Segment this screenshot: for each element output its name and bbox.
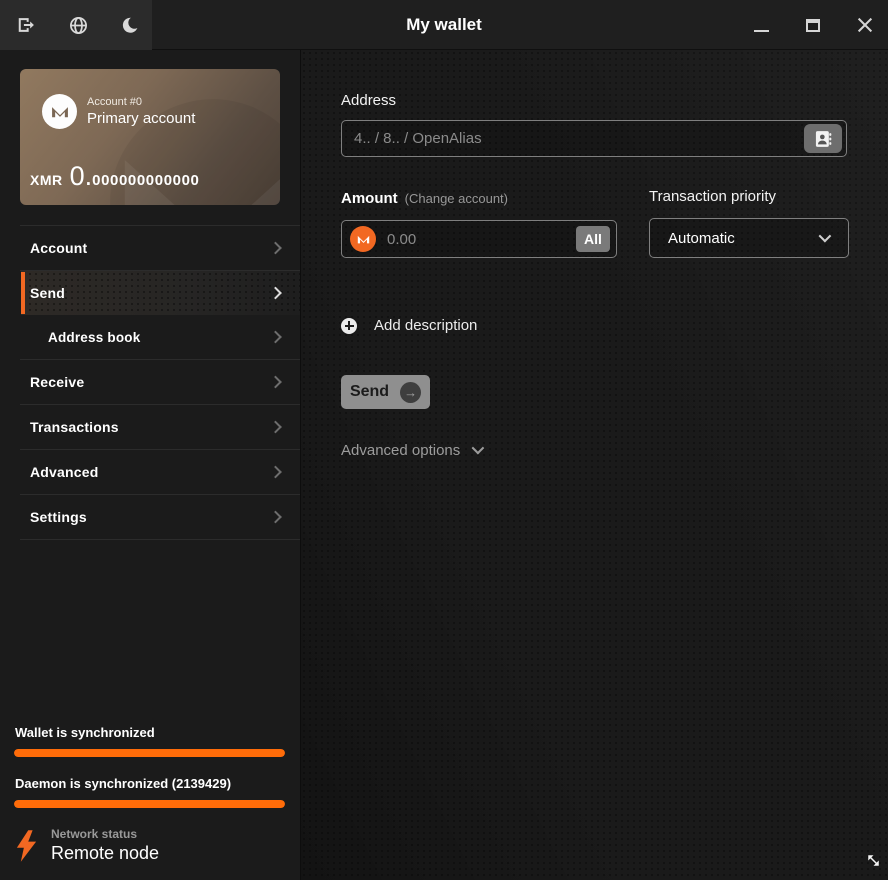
chevron-right-icon bbox=[269, 330, 282, 344]
sidebar-item-settings[interactable]: Settings bbox=[0, 495, 300, 539]
balance-whole: 0. bbox=[69, 161, 93, 191]
priority-selected-value: Automatic bbox=[668, 229, 735, 247]
balance-currency: XMR bbox=[30, 172, 63, 188]
all-button[interactable]: All bbox=[576, 226, 610, 252]
sidebar-item-account[interactable]: Account bbox=[0, 226, 300, 270]
advanced-options-label: Advanced options bbox=[341, 442, 461, 459]
resize-grip-icon[interactable] bbox=[866, 853, 881, 873]
minimize-icon[interactable] bbox=[752, 16, 770, 34]
arrow-right-circle-icon: → bbox=[400, 381, 422, 403]
monero-coin-icon bbox=[350, 226, 376, 252]
sidebar-menu: Account Send Address book Receive Transa… bbox=[0, 225, 300, 540]
close-icon[interactable] bbox=[856, 16, 874, 34]
titlebar: My wallet bbox=[0, 0, 888, 50]
chevron-right-icon bbox=[269, 420, 282, 434]
sidebar-item-address-book[interactable]: Address book bbox=[0, 315, 300, 359]
lightning-bolt-icon bbox=[16, 829, 37, 862]
send-button-label: Send bbox=[349, 383, 390, 400]
transaction-priority-select[interactable]: Automatic bbox=[649, 218, 849, 258]
advanced-options-toggle[interactable]: Advanced options bbox=[341, 441, 485, 459]
chevron-right-icon bbox=[269, 465, 282, 479]
moon-icon[interactable] bbox=[119, 14, 141, 36]
titlebar-left-section bbox=[0, 0, 152, 50]
chevron-down-icon bbox=[471, 441, 485, 454]
address-field bbox=[341, 120, 847, 157]
chevron-right-icon bbox=[269, 241, 282, 255]
sidebar-item-receive[interactable]: Receive bbox=[0, 360, 300, 404]
change-account-link[interactable]: (Change account) bbox=[405, 191, 508, 206]
amount-label: Amount bbox=[341, 190, 398, 207]
network-status-value: Remote node bbox=[51, 843, 160, 863]
balance: XMR 0. 000000000000 bbox=[30, 161, 199, 192]
chevron-right-icon bbox=[269, 510, 282, 524]
plus-circle-icon bbox=[341, 317, 357, 334]
amount-input[interactable] bbox=[376, 221, 576, 257]
address-input[interactable] bbox=[342, 121, 804, 156]
window-controls bbox=[752, 0, 874, 50]
add-description-button[interactable]: Add description bbox=[341, 317, 477, 334]
wallet-sync-progressbar bbox=[14, 749, 285, 757]
sidebar: Account #0 Primary account XMR 0. 000000… bbox=[0, 50, 300, 880]
maximize-icon[interactable] bbox=[804, 16, 822, 34]
logout-icon[interactable] bbox=[15, 14, 37, 36]
daemon-sync-label: Daemon is synchronized (2139429) bbox=[15, 776, 232, 791]
add-description-label: Add description bbox=[374, 317, 478, 334]
account-info: Account #0 Primary account bbox=[87, 96, 195, 127]
amount-field: All bbox=[341, 220, 617, 258]
account-card[interactable]: Account #0 Primary account XMR 0. 000000… bbox=[20, 69, 280, 205]
monero-wallet-window: { "titlebar": { "title": "My wallet", "i… bbox=[0, 0, 888, 880]
sidebar-item-send[interactable]: Send bbox=[0, 271, 300, 315]
sidebar-item-transactions[interactable]: Transactions bbox=[0, 405, 300, 449]
balance-fraction: 000000000000 bbox=[92, 172, 200, 189]
chevron-right-icon bbox=[269, 286, 282, 300]
network-status-label: Network status bbox=[51, 827, 138, 841]
monero-logo-icon bbox=[42, 94, 77, 129]
amount-label-row: Amount (Change account) bbox=[341, 190, 508, 207]
address-book-icon bbox=[815, 130, 832, 147]
divider bbox=[20, 539, 300, 540]
sync-status-panel: Wallet is synchronized Daemon is synchro… bbox=[0, 725, 300, 880]
address-book-button[interactable] bbox=[804, 124, 842, 153]
send-button[interactable]: Send → bbox=[341, 375, 430, 409]
send-page: Address Amount (Change account) All Tran… bbox=[300, 50, 888, 880]
globe-icon[interactable] bbox=[67, 14, 89, 36]
daemon-sync-progressbar bbox=[14, 800, 285, 808]
chevron-down-icon bbox=[818, 229, 832, 243]
chevron-right-icon bbox=[269, 375, 282, 389]
network-status[interactable]: Network status Remote node bbox=[16, 827, 300, 864]
wallet-sync-label: Wallet is synchronized bbox=[15, 725, 155, 740]
account-name: Primary account bbox=[87, 110, 196, 127]
transaction-priority-label: Transaction priority bbox=[649, 188, 776, 205]
sidebar-item-advanced[interactable]: Advanced bbox=[0, 450, 300, 494]
address-label: Address bbox=[341, 92, 397, 109]
account-index-label: Account #0 bbox=[87, 96, 143, 108]
